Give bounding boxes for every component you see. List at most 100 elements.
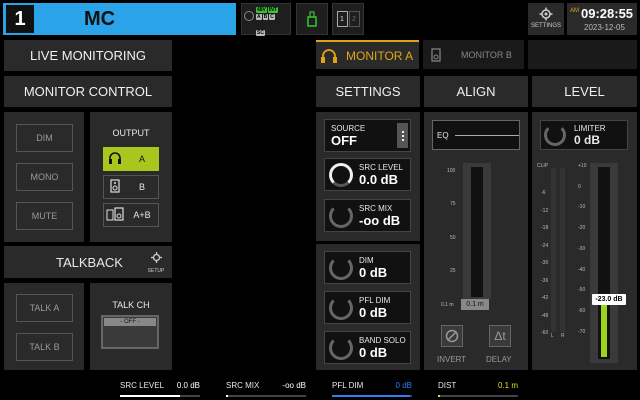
meter-scale-label: -36 — [541, 277, 549, 284]
usb-status[interactable] — [296, 3, 328, 35]
phase-invert-icon — [445, 329, 459, 343]
eq-button[interactable]: EQ — [432, 120, 520, 150]
invert-label: INVERT — [437, 355, 467, 364]
speaker-icon — [104, 179, 126, 195]
bottom-item-bar-fill — [120, 395, 180, 397]
fader-scale-label: 0 — [578, 183, 581, 190]
input-b-badge: B — [262, 14, 269, 20]
bottom-item-bar — [438, 395, 518, 397]
bottom-item-src-mix[interactable]: SRC MIX -oo dB — [226, 381, 306, 390]
meter-l-label: L — [551, 333, 554, 339]
input-a-badge: A — [256, 14, 262, 20]
invert-button[interactable] — [441, 325, 463, 347]
level-fader-fill — [601, 304, 607, 357]
bottom-item-label: PFL DIM — [332, 381, 364, 390]
dim-button[interactable]: DIM — [16, 124, 73, 152]
talk-ch-selector[interactable]: - OFF - — [101, 315, 159, 349]
meter-scale-label: -6 — [541, 190, 546, 196]
bottom-item-bar — [120, 395, 200, 397]
more-vertical-icon[interactable] — [397, 123, 408, 148]
band-solo-label: BAND SOLO — [359, 335, 406, 345]
settings-button[interactable]: SETTINGS — [528, 3, 564, 35]
distance-value: 0.1 m — [461, 299, 489, 310]
sc-badge: SC — [256, 30, 265, 36]
bottom-item-label: SRC LEVEL — [120, 381, 165, 390]
bottom-item-bar — [226, 395, 306, 397]
card-2-icon: 2 — [348, 11, 360, 27]
source-label: SOURCE — [331, 123, 366, 133]
bottom-item-bar-fill — [226, 395, 228, 397]
src-level-value: 0.0 dB — [359, 171, 399, 187]
align-scale-25: 25 — [450, 268, 456, 274]
talk-b-button[interactable]: TALK B — [16, 333, 73, 361]
output-b-button[interactable]: B — [103, 175, 159, 199]
pfl-dim-knob-icon — [329, 295, 353, 320]
int-badge: INT — [267, 7, 278, 13]
meter-scale-label: -30 — [541, 260, 549, 266]
tab-strip-filler — [528, 40, 637, 69]
limiter-control[interactable]: LIMITER 0 dB — [540, 120, 628, 150]
input-c-badge: C — [269, 14, 275, 20]
phantom-badge: 48V — [256, 7, 267, 13]
scene-selector[interactable]: 1 MC — [3, 3, 236, 35]
delay-button[interactable]: Δt — [489, 325, 511, 347]
headphones-icon — [104, 152, 126, 166]
gear-icon — [539, 7, 553, 21]
bottom-item-dist[interactable]: DIST 0.1 m — [438, 381, 518, 390]
card-status[interactable]: 1 2 — [332, 3, 364, 35]
meter-scale-label: -48 — [541, 312, 549, 319]
tab-monitor-b[interactable]: MONITOR B — [423, 40, 524, 69]
meter-left — [551, 168, 556, 332]
output-ab-button[interactable]: A+B — [103, 203, 159, 227]
talkback-setup-button[interactable]: SETUP — [145, 250, 167, 274]
level-fader[interactable] — [590, 163, 618, 363]
bottom-item-value: 0.1 m — [497, 381, 518, 390]
bottom-item-bar-fill — [332, 395, 410, 397]
output-a-label: A — [138, 154, 145, 164]
distance-slider-track — [471, 167, 483, 297]
delta-t-icon: Δt — [494, 329, 506, 343]
talk-ch-value: - OFF - — [104, 318, 156, 326]
talk-a-button[interactable]: TALK A — [16, 294, 73, 322]
dim-control[interactable]: DIM 0 dB — [324, 251, 411, 284]
band-solo-control[interactable]: BAND SOLO 0 dB — [324, 331, 411, 364]
band-solo-value: 0 dB — [359, 344, 388, 360]
distance-slider[interactable] — [463, 163, 491, 299]
pfl-dim-control[interactable]: PFL DIM 0 dB — [324, 291, 411, 324]
fader-scale-label: -60 — [578, 307, 586, 314]
bottom-item-bar-fill — [438, 395, 440, 397]
clock-date: 2023-12-05 — [584, 23, 625, 32]
clock-time: 09:28:55 — [581, 6, 634, 21]
bottom-item-value: 0 dB — [395, 381, 412, 390]
bottom-item-label: DIST — [438, 381, 457, 390]
io-status[interactable]: 48V INT A B C SC — [241, 3, 291, 36]
mono-button[interactable]: MONO — [16, 163, 73, 191]
src-mix-label: SRC MIX — [359, 203, 393, 213]
headphones-icon — [321, 48, 337, 63]
dim-value: 0 dB — [359, 264, 388, 280]
source-selector[interactable]: SOURCE OFF — [324, 119, 411, 152]
clock-ampm: AM — [570, 8, 579, 14]
monitor-control-header: MONITOR CONTROL — [4, 76, 172, 107]
output-a-button[interactable]: A — [103, 147, 159, 171]
tab-monitor-a[interactable]: MONITOR A — [316, 40, 419, 69]
meter-scale-label: -18 — [541, 225, 549, 231]
fader-value: -23.0 dB — [592, 294, 626, 305]
fader-scale-label: -20 — [578, 225, 586, 232]
mute-button[interactable]: MUTE — [16, 202, 73, 230]
align-scale-100: 100 — [447, 168, 456, 174]
src-mix-control[interactable]: SRC MIX -oo dB — [324, 199, 411, 232]
setup-label: SETUP — [147, 268, 165, 274]
src-level-control[interactable]: SRC LEVEL 0.0 dB — [324, 158, 411, 191]
bottom-item-value: 0.0 dB — [176, 381, 200, 390]
delay-label: DELAY — [486, 355, 512, 364]
bottom-item-pfl-dim[interactable]: PFL DIM 0 dB — [332, 381, 412, 390]
limiter-value: 0 dB — [574, 132, 601, 147]
align-scale-50: 50 — [450, 235, 456, 241]
fader-scale-label: -40 — [578, 266, 586, 273]
bottom-item-src-level[interactable]: SRC LEVEL 0.0 dB — [120, 381, 200, 390]
align-min-label: 0.1 m — [441, 302, 454, 308]
mic-circle-icon — [244, 11, 254, 21]
speaker-pair-icon — [104, 207, 126, 223]
live-monitoring-button[interactable]: LIVE MONITORING — [4, 40, 172, 71]
